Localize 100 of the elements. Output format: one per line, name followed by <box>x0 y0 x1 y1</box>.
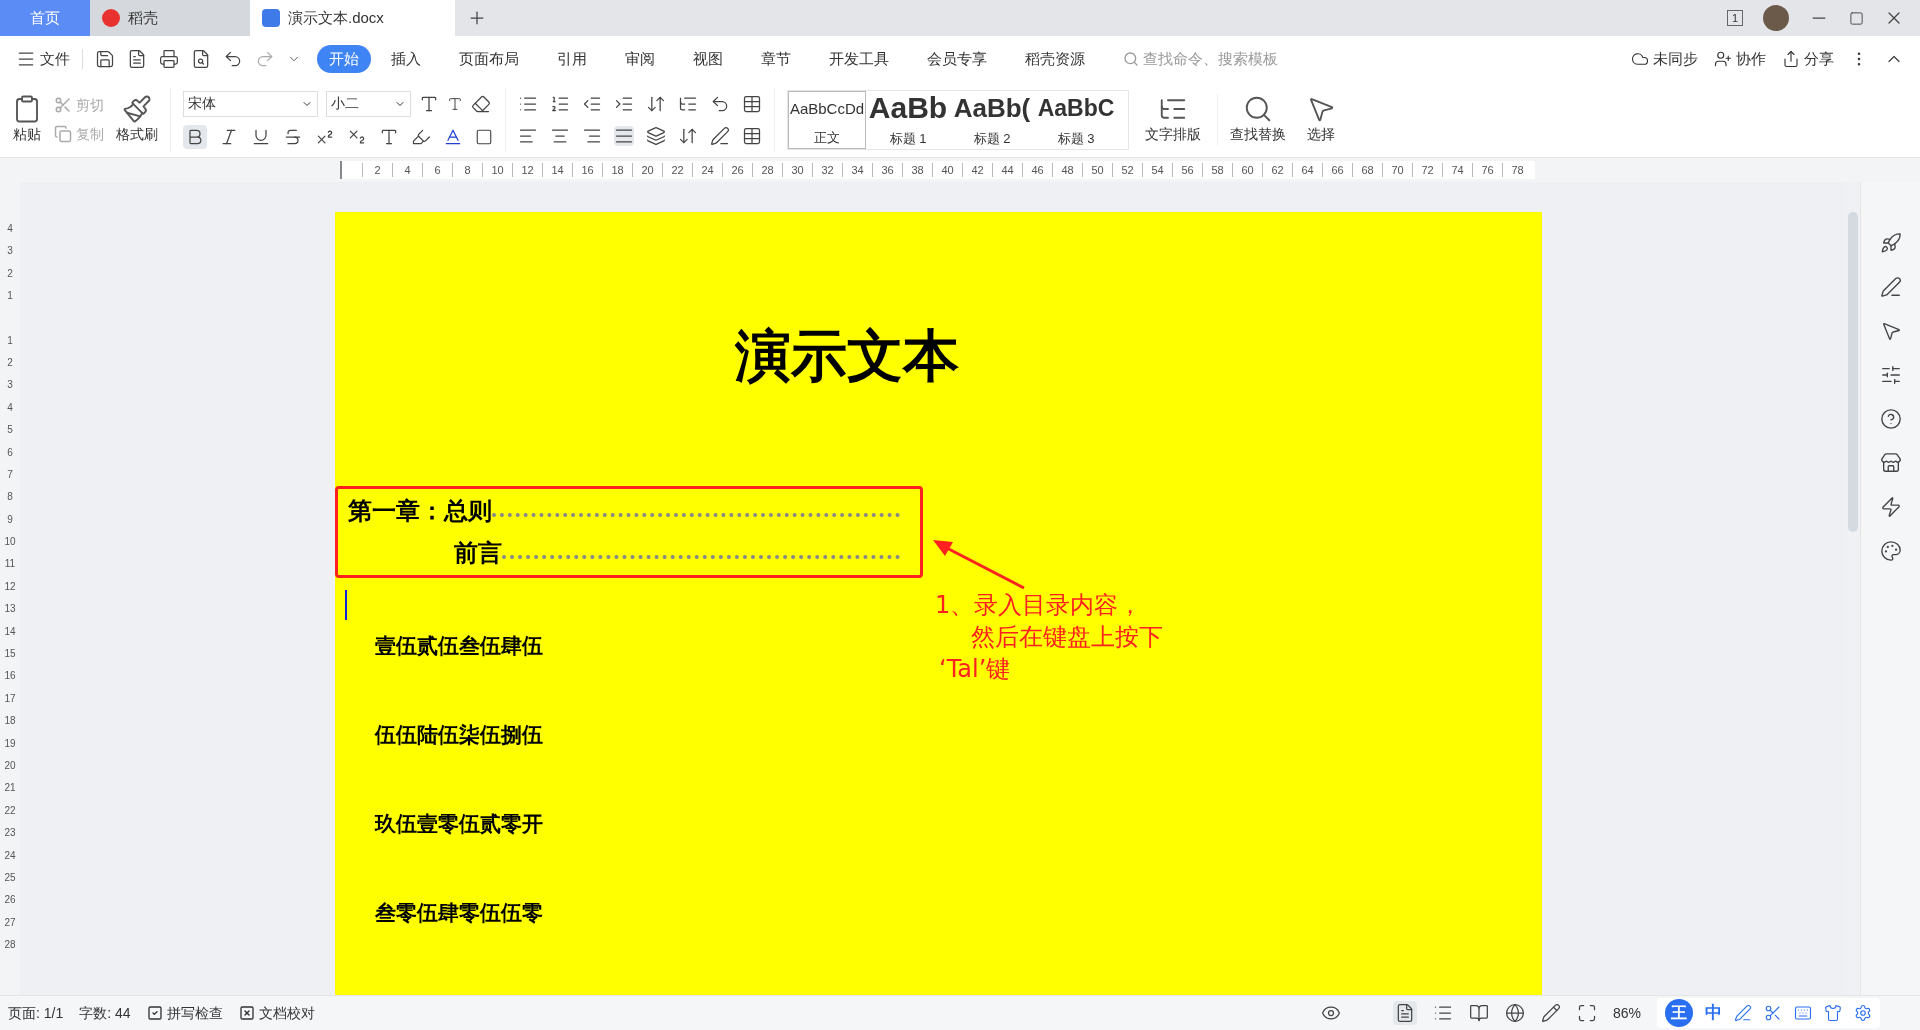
sliders-icon[interactable] <box>1879 364 1902 386</box>
pen-icon[interactable] <box>1879 276 1902 298</box>
export-icon[interactable] <box>127 49 147 69</box>
scrollbar-thumb[interactable] <box>1847 212 1858 532</box>
zoom-level[interactable]: 86% <box>1612 1002 1641 1024</box>
ruler-number: 40 <box>932 163 962 177</box>
lightning-icon[interactable] <box>1879 496 1902 518</box>
avatar[interactable] <box>1763 5 1789 31</box>
ruler-number: 16 <box>4 669 16 684</box>
eraser-icon[interactable] <box>471 93 491 114</box>
style-preset[interactable]: AaBb( 标题 2 <box>950 90 1034 149</box>
ruler-number: 7 <box>7 467 13 482</box>
word-count[interactable]: 字数: 44 <box>79 1002 131 1024</box>
tab[interactable]: 稻壳 <box>90 0 250 36</box>
toc-entry: 前言 <box>454 539 502 567</box>
shirt-icon[interactable] <box>1824 1004 1842 1022</box>
style-preset[interactable]: AaBb 标题 1 <box>866 90 950 149</box>
user-icon[interactable] <box>1714 50 1732 68</box>
ruler-number: 44 <box>992 163 1022 177</box>
ruler-number: 48 <box>1052 163 1082 177</box>
menu-tab[interactable]: 开发工具 <box>829 47 889 71</box>
ruler-number: 19 <box>4 736 16 751</box>
ruler-number: 2 <box>362 163 392 177</box>
border-icon[interactable] <box>475 127 493 146</box>
save-icon[interactable] <box>95 49 115 69</box>
menu-tab[interactable]: 稻壳资源 <box>1025 47 1085 71</box>
keyboard-icon[interactable] <box>1794 1004 1812 1022</box>
spell-check-button[interactable]: 拼写检查 <box>166 1002 223 1024</box>
ruler-number: 3 <box>7 244 13 259</box>
scissors-icon[interactable] <box>1764 1004 1782 1022</box>
ruler-number: 70 <box>1382 163 1412 177</box>
ruler-number: 30 <box>782 163 812 177</box>
web-view-icon[interactable] <box>1504 1003 1525 1023</box>
ruler-number: 54 <box>1142 163 1172 177</box>
menu-tab[interactable]: 章节 <box>761 47 791 71</box>
pen-icon[interactable] <box>1734 1004 1752 1022</box>
ruler-number: 22 <box>662 163 692 177</box>
toc-entry: 第一章：总则 <box>348 497 492 525</box>
ruler-number: 66 <box>1322 163 1352 177</box>
menu-tab[interactable]: 审阅 <box>625 47 655 71</box>
restore-icon[interactable] <box>1849 10 1864 26</box>
ruler-number: 62 <box>1262 163 1292 177</box>
proofread-button[interactable]: 文档校对 <box>258 1002 315 1024</box>
ruler-number: 58 <box>1202 163 1232 177</box>
ruler-number: 26 <box>722 163 752 177</box>
format-painter-button[interactable]: 格式刷 <box>116 124 158 145</box>
fit-icon[interactable] <box>1576 1003 1597 1023</box>
ruler-number: 5 <box>7 423 13 438</box>
preview-icon[interactable] <box>191 49 211 69</box>
ime-logo[interactable]: 王 <box>1665 999 1693 1027</box>
select-button[interactable]: 选择 <box>1307 124 1335 145</box>
annotation-text: 1、录入目录内容， <box>935 590 1144 621</box>
edit-icon[interactable] <box>1540 1003 1561 1023</box>
style-preset[interactable]: AaBbC 标题 3 <box>1034 90 1118 149</box>
menu-tab[interactable]: 视图 <box>693 47 723 71</box>
settings-icon[interactable] <box>1854 1004 1872 1022</box>
menu-tab[interactable]: 引用 <box>557 47 587 71</box>
window-count[interactable]: 1 <box>1726 10 1743 26</box>
store-icon[interactable] <box>1879 452 1902 474</box>
app-icon <box>102 9 120 27</box>
ruler-number: 24 <box>4 848 16 863</box>
share-icon[interactable] <box>1782 50 1800 68</box>
undo-icon[interactable] <box>223 49 243 69</box>
help-icon[interactable] <box>1879 408 1902 430</box>
menu-tab[interactable]: 会员专享 <box>927 47 987 71</box>
ime-mode[interactable]: 中 <box>1705 1000 1722 1026</box>
paragraph: 玖伍壹零伍贰零开 <box>375 812 543 836</box>
file-menu[interactable]: 文件 <box>40 47 70 71</box>
ruler-number: 2 <box>7 355 13 370</box>
borders-icon[interactable] <box>742 125 762 146</box>
collaborate-link[interactable]: 协作 <box>1736 47 1766 71</box>
cloud-icon[interactable] <box>1631 50 1649 68</box>
sync-status[interactable]: 未同步 <box>1653 47 1698 71</box>
font-size-dropdown[interactable]: 小二 <box>326 90 411 117</box>
palette-icon[interactable] <box>1879 540 1902 562</box>
ruler-number: 56 <box>1172 163 1202 177</box>
paragraph: 壹伍贰伍叁伍肆伍 <box>375 634 543 658</box>
ruler-number: 20 <box>632 163 662 177</box>
annotation-text: 然后在键盘上按下 <box>970 622 1163 653</box>
print-icon[interactable] <box>159 49 179 69</box>
paste-button[interactable]: 粘贴 <box>13 124 41 145</box>
rocket-icon[interactable] <box>1879 232 1902 254</box>
ruler-number: 21 <box>4 781 16 796</box>
ruler-number: 18 <box>602 163 632 177</box>
menu-tab[interactable]: 开始 <box>317 44 371 74</box>
ruler-number: 20 <box>4 759 16 773</box>
menu-tab[interactable]: 插入 <box>391 47 421 71</box>
brush-icon[interactable] <box>122 94 152 124</box>
tab-label: 演示文本.docx <box>288 7 384 28</box>
find-replace-button[interactable]: 查找替换 <box>1230 124 1286 145</box>
text-layout-button[interactable]: 文字排版 <box>1145 124 1201 145</box>
ruler-number: 17 <box>4 691 16 706</box>
share-link[interactable]: 分享 <box>1804 47 1834 71</box>
tab[interactable]: 演示文本.docx <box>250 0 455 36</box>
paragraph: 叁零伍肆零伍伍零 <box>375 901 543 925</box>
font-dropdown[interactable]: 宋体 <box>183 90 318 117</box>
style-preset[interactable]: AaBbCcDd 正文 <box>788 90 866 149</box>
menu-tab[interactable]: 页面布局 <box>459 47 519 71</box>
reading-view-icon[interactable] <box>1468 1003 1489 1023</box>
search-icon[interactable] <box>1243 94 1273 124</box>
